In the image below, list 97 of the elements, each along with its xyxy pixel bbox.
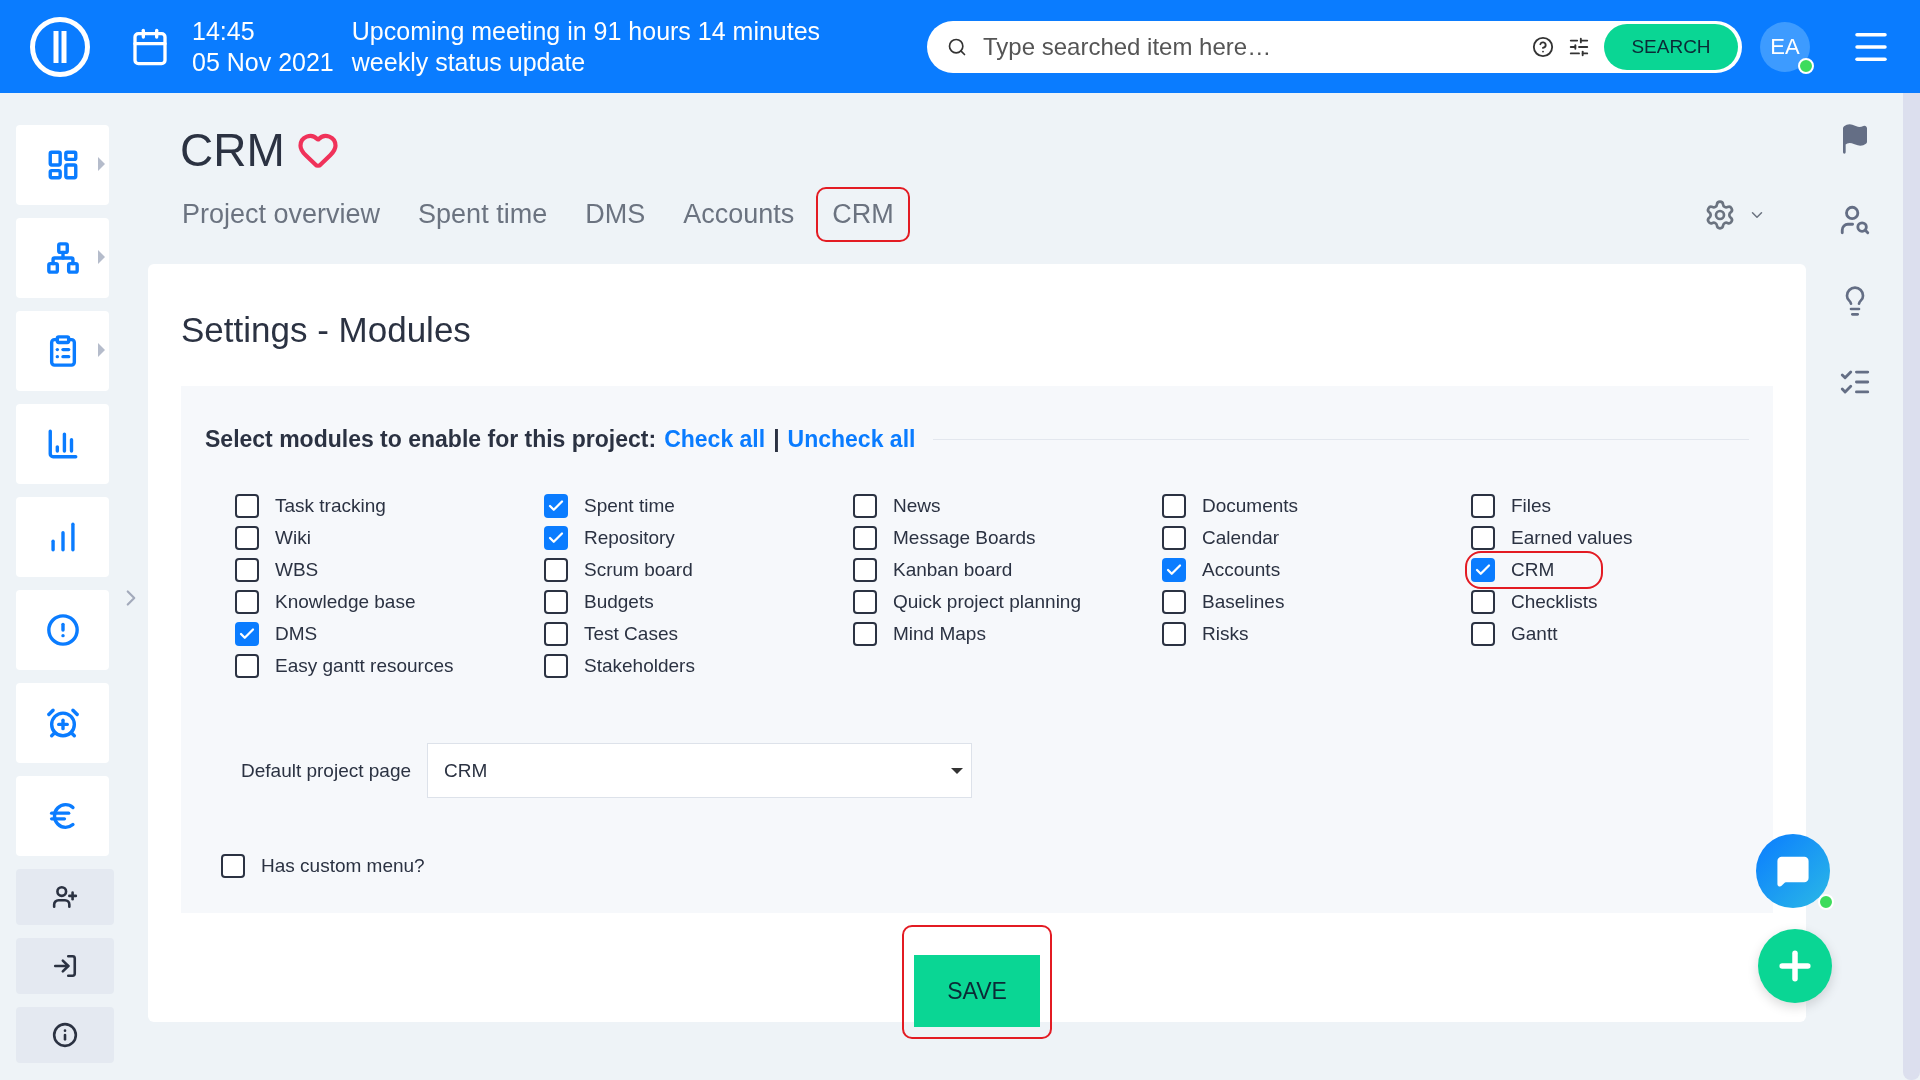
module-option[interactable]: Kanban board — [853, 557, 1162, 583]
checkbox[interactable] — [544, 526, 568, 550]
module-option[interactable]: Accounts — [1162, 557, 1471, 583]
checkbox[interactable] — [544, 558, 568, 582]
settings-icon[interactable] — [1704, 198, 1736, 231]
checkbox[interactable] — [1162, 558, 1186, 582]
save-button[interactable]: SAVE — [914, 955, 1040, 1027]
info-icon — [52, 1022, 78, 1048]
module-option[interactable]: Files — [1471, 493, 1780, 519]
module-option[interactable]: Calendar — [1162, 525, 1471, 551]
module-option[interactable]: Spent time — [544, 493, 853, 519]
checkbox[interactable] — [1162, 526, 1186, 550]
checkbox[interactable] — [544, 654, 568, 678]
module-option[interactable]: Repository — [544, 525, 853, 551]
module-option[interactable]: Knowledge base — [235, 589, 544, 615]
chat-icon — [1776, 854, 1810, 888]
checkbox[interactable] — [1162, 622, 1186, 646]
checkbox[interactable] — [235, 590, 259, 614]
meeting-countdown: Upcoming meeting in 91 hours 14 minutes — [351, 15, 821, 47]
project-tab[interactable]: Project overview — [166, 187, 397, 242]
module-option[interactable]: Mind Maps — [853, 621, 1162, 647]
module-option[interactable]: Scrum board — [544, 557, 853, 583]
sidebar-item[interactable] — [16, 1007, 114, 1063]
module-option[interactable]: Message Boards — [853, 525, 1162, 551]
checkbox[interactable] — [235, 622, 259, 646]
module-option[interactable]: Test Cases — [544, 621, 853, 647]
module-option[interactable]: News — [853, 493, 1162, 519]
module-option[interactable]: Documents — [1162, 493, 1471, 519]
alert-icon — [45, 613, 80, 647]
checkbox[interactable] — [1471, 494, 1495, 518]
module-option[interactable]: Task tracking — [235, 493, 544, 519]
project-tab[interactable]: DMS — [569, 187, 662, 242]
module-option[interactable]: Gantt — [1471, 621, 1780, 647]
module-option[interactable]: Stakeholders — [544, 653, 853, 679]
submenu-arrow-icon — [98, 343, 105, 357]
meeting-time: 14:45 — [192, 15, 256, 47]
add-user-icon — [52, 884, 78, 910]
sidebar-item[interactable] — [16, 869, 114, 925]
modules-prompt: Select modules to enable for this project: — [205, 426, 657, 453]
module-option[interactable]: Risks — [1162, 621, 1471, 647]
sidebar-item[interactable] — [16, 938, 114, 994]
module-option[interactable]: DMS — [235, 621, 544, 647]
module-option[interactable]: Earned values — [1471, 525, 1780, 551]
uncheck-all-link[interactable]: Uncheck all — [787, 426, 916, 453]
checkbox[interactable] — [853, 622, 877, 646]
search-field[interactable]: Type searched item here… SEARCH — [927, 20, 1742, 73]
check-all-link[interactable]: Check all — [664, 426, 766, 453]
project-tab[interactable]: CRM — [816, 187, 910, 242]
calendar-icon[interactable] — [130, 26, 170, 67]
logo-icon[interactable] — [30, 16, 90, 77]
module-option[interactable]: Quick project planning — [853, 589, 1162, 615]
login-icon — [52, 953, 78, 979]
checkbox[interactable] — [1471, 558, 1495, 582]
module-option[interactable]: CRM — [1471, 557, 1597, 583]
filter-icon[interactable] — [1568, 35, 1590, 58]
caret-icon — [951, 766, 964, 775]
checkbox[interactable] — [1471, 590, 1495, 614]
default-page-label: Default project page — [241, 759, 412, 782]
checkbox[interactable] — [853, 526, 877, 550]
checkbox[interactable] — [853, 494, 877, 518]
module-option[interactable]: Budgets — [544, 589, 853, 615]
checkbox[interactable] — [235, 654, 259, 678]
alarm-clock-icon — [45, 706, 80, 740]
checkbox[interactable] — [1471, 622, 1495, 646]
submenu-arrow-icon — [98, 157, 105, 171]
checkbox[interactable] — [221, 854, 245, 878]
checkbox[interactable] — [1471, 526, 1495, 550]
checkbox[interactable] — [853, 590, 877, 614]
search-button[interactable]: SEARCH — [1604, 23, 1738, 70]
module-option[interactable]: Checklists — [1471, 589, 1780, 615]
checkbox[interactable] — [544, 590, 568, 614]
link-separator: | — [773, 426, 780, 453]
checkbox[interactable] — [235, 558, 259, 582]
help-icon[interactable] — [1532, 35, 1554, 58]
default-page-select[interactable]: CRM — [427, 743, 973, 798]
checkbox[interactable] — [1162, 590, 1186, 614]
meeting-title: weekly status update — [351, 46, 587, 78]
checkbox[interactable] — [1162, 494, 1186, 518]
project-tab[interactable]: Accounts — [667, 187, 811, 242]
project-tab[interactable]: Spent time — [402, 187, 564, 242]
module-option[interactable]: Wiki — [235, 525, 544, 551]
checkbox[interactable] — [235, 494, 259, 518]
checkbox[interactable] — [544, 622, 568, 646]
meeting-date: 05 Nov 2021 — [192, 46, 334, 78]
scrollbar[interactable] — [1903, 93, 1920, 1080]
custom-menu-label: Has custom menu? — [261, 855, 425, 877]
checkbox[interactable] — [544, 494, 568, 518]
project-title: CRM — [180, 123, 285, 177]
checkbox[interactable] — [853, 558, 877, 582]
settings-heading: Settings - Modules — [181, 310, 472, 350]
submenu-arrow-icon — [98, 250, 105, 264]
module-option[interactable]: Easy gantt resources — [235, 653, 544, 679]
checkbox[interactable] — [235, 526, 259, 550]
module-option[interactable]: WBS — [235, 557, 544, 583]
hierarchy-icon — [45, 241, 80, 275]
module-option[interactable]: Baselines — [1162, 589, 1471, 615]
search-icon — [947, 36, 967, 57]
